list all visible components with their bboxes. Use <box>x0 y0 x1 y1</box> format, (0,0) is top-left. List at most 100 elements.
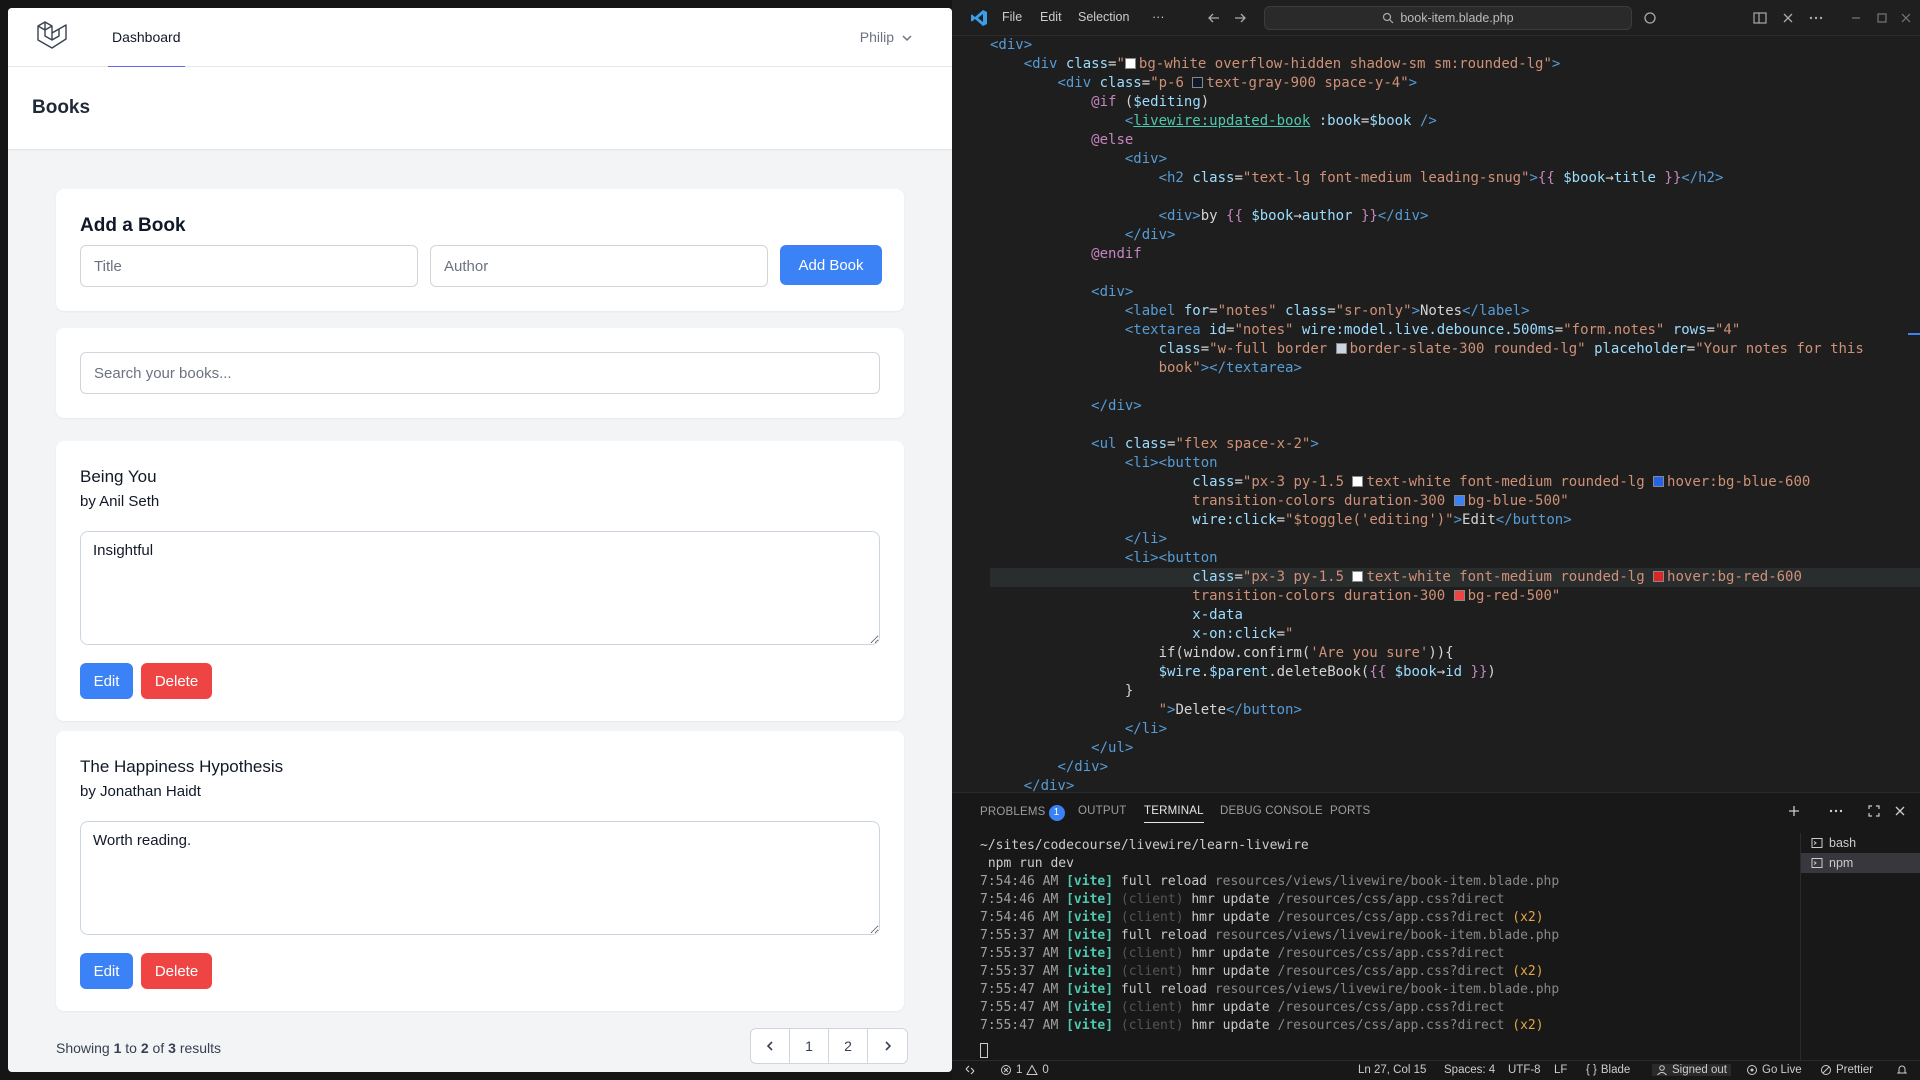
code-line: <div class=" bg-white overflow-hidden sha… <box>1023 56 1561 72</box>
code-line: <h2 class="text-lg font-medium leading-s… <box>1158 170 1724 186</box>
code-line: @if ($editing) <box>1091 94 1210 110</box>
edit-button[interactable]: Edit <box>80 953 133 989</box>
more-actions-icon[interactable] <box>1808 10 1824 26</box>
go-live-button[interactable]: Go Live <box>1746 1064 1802 1076</box>
title-bar: File Edit Selection ··· book-item.blade.… <box>952 0 1920 36</box>
nav-link-dashboard[interactable]: Dashboard <box>108 8 185 68</box>
book-author: by Anil Seth <box>80 493 160 510</box>
code-line: </ul> <box>1091 740 1134 756</box>
bottom-panel: PROBLEMS 1 OUTPUT TERMINAL DEBUG CONSOLE … <box>952 792 1920 1063</box>
summary-results: results <box>179 1040 222 1056</box>
maximize-panel-icon[interactable] <box>1866 803 1882 819</box>
terminal-icon <box>1811 858 1823 868</box>
tab-problems[interactable]: PROBLEMS 1 <box>980 805 1065 821</box>
vscode-window: File Edit Selection ··· book-item.blade.… <box>952 0 1920 1080</box>
more-actions-icon[interactable] <box>1828 803 1844 819</box>
warning-count: 0 <box>1042 1064 1049 1076</box>
add-book-card: Add a Book Add Book <box>56 189 904 311</box>
tab-output[interactable]: OUTPUT <box>1078 805 1126 817</box>
code-line: x-on:click=" <box>1192 626 1294 642</box>
code-line: class="px-3 py-1.5 text-white font-mediu… <box>1192 474 1811 490</box>
previous-page-button[interactable] <box>751 1029 790 1063</box>
code-line: </div> <box>1091 398 1142 414</box>
next-page-button[interactable] <box>868 1029 907 1063</box>
code-line: class="w-full border border-slate-300 ro… <box>1158 341 1864 357</box>
indentation[interactable]: Spaces: 4 <box>1444 1064 1495 1076</box>
copilot-icon[interactable] <box>1642 10 1658 26</box>
code-editor[interactable]: <div> <div class=" bg-white overflow-hidd… <box>952 36 1920 792</box>
browser-app: Dashboard Philip Books Add a Book Add Bo… <box>8 8 952 1072</box>
menu-file[interactable]: File <box>1002 10 1022 24</box>
encoding[interactable]: UTF-8 <box>1508 1064 1541 1076</box>
cursor-position[interactable]: Ln 27, Col 15 <box>1358 1064 1426 1076</box>
book-notes-textarea[interactable]: Insightful <box>80 531 880 645</box>
terminal-icon <box>1811 838 1823 848</box>
menu-edit[interactable]: Edit <box>1040 10 1062 24</box>
delete-button[interactable]: Delete <box>141 663 212 699</box>
terminal-cwd: ~/sites/codecourse/livewire/learn-livewi… <box>980 838 1309 853</box>
code-line: </div> <box>1124 227 1176 243</box>
add-book-button[interactable]: Add Book <box>780 245 882 285</box>
code-line: transition-colors duration-300 bg-red-50… <box>1192 588 1561 604</box>
minimize-icon[interactable] <box>1848 10 1864 26</box>
arrow-left-icon[interactable] <box>1206 10 1222 26</box>
edit-button[interactable]: Edit <box>80 663 133 699</box>
terminal-output[interactable]: ~/sites/codecourse/livewire/learn-livewi… <box>980 837 1740 1035</box>
menu-selection[interactable]: Selection <box>1078 10 1129 24</box>
page-2-button[interactable]: 2 <box>829 1029 868 1063</box>
close-editor-icon[interactable] <box>1780 10 1796 26</box>
pagination: 1 2 <box>750 1028 908 1064</box>
book-card: The Happiness Hypothesis by Jonathan Hai… <box>56 731 904 1011</box>
arrow-right-icon[interactable] <box>1232 10 1248 26</box>
summary-to: 2 <box>140 1040 149 1056</box>
code-line: <li><button <box>1124 550 1218 566</box>
code-line: <li><button <box>1124 455 1218 471</box>
code-line: } <box>1124 683 1134 699</box>
search-icon <box>1383 12 1394 24</box>
book-card: Being You by Anil Seth Insightful Edit D… <box>56 441 904 721</box>
code-line: <div> <box>990 37 1033 53</box>
terminal-item-bash[interactable]: bash <box>1801 833 1920 853</box>
scrollbar-marker <box>1908 333 1920 335</box>
page-title: Books <box>32 97 91 118</box>
new-terminal-icon[interactable] <box>1786 803 1802 819</box>
author-input[interactable] <box>430 245 768 287</box>
tab-terminal[interactable]: TERMINAL <box>1144 805 1204 823</box>
notifications[interactable] <box>1896 1064 1908 1076</box>
command-center-search[interactable]: book-item.blade.php <box>1264 6 1632 30</box>
tab-debug-console[interactable]: DEBUG CONSOLE <box>1220 805 1323 817</box>
close-window-icon[interactable] <box>1898 10 1914 26</box>
vscode-logo-icon <box>971 10 987 26</box>
error-count: 1 <box>1016 1064 1023 1076</box>
book-notes-textarea[interactable]: Worth reading. <box>80 821 880 935</box>
code-line-current: class="px-3 py-1.5 text-white font-mediu… <box>990 568 1920 587</box>
remote-icon <box>965 1065 975 1075</box>
prettier-status[interactable]: Prettier <box>1820 1064 1873 1076</box>
terminal-item-npm[interactable]: npm <box>1801 853 1920 873</box>
laravel-logo-icon[interactable] <box>34 18 70 54</box>
user-name: Philip <box>859 29 894 45</box>
code-line: transition-colors duration-300 bg-blue-5… <box>1192 493 1569 509</box>
page-1-button[interactable]: 1 <box>790 1029 829 1063</box>
account-icon <box>1657 1065 1667 1076</box>
code-line: @else <box>1091 132 1134 148</box>
search-books-input[interactable] <box>80 352 880 394</box>
remote-indicator[interactable] <box>964 1064 976 1076</box>
delete-button[interactable]: Delete <box>141 953 212 989</box>
problems-indicator[interactable]: 1 0 <box>1000 1064 1049 1076</box>
maximize-icon[interactable] <box>1874 10 1890 26</box>
summary-of-word: of <box>152 1040 165 1056</box>
account-status[interactable]: Signed out <box>1652 1064 1731 1076</box>
code-line: <ul class="flex space-x-2"> <box>1091 436 1319 452</box>
user-menu-dropdown[interactable]: Philip <box>860 8 912 67</box>
tab-ports[interactable]: PORTS <box>1330 805 1370 817</box>
menu-more[interactable]: ··· <box>1152 10 1165 24</box>
close-panel-icon[interactable] <box>1892 803 1908 819</box>
page-header: Books <box>8 67 952 149</box>
code-line: <div>by {{ $book→author }}</div> <box>1158 208 1429 224</box>
end-of-line[interactable]: LF <box>1554 1064 1567 1076</box>
toggle-layout-icon[interactable] <box>1752 10 1768 26</box>
language-mode[interactable]: { } Blade <box>1586 1064 1630 1076</box>
title-input[interactable] <box>80 245 418 287</box>
summary-to-word: to <box>125 1040 137 1056</box>
